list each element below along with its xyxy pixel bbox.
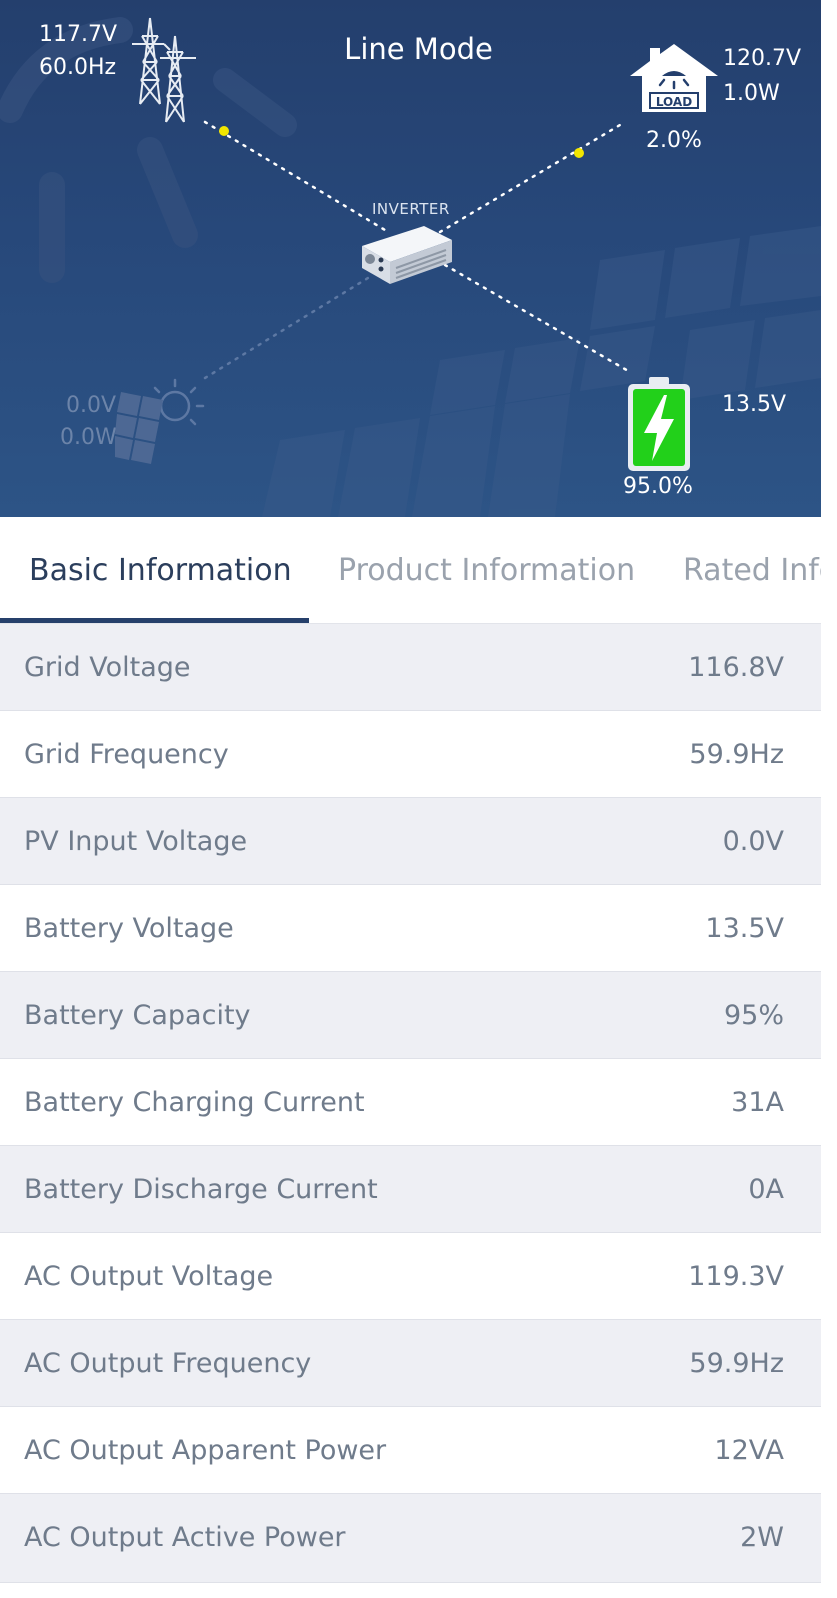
battery-icon: [628, 377, 690, 471]
load-percent: 2.0%: [646, 128, 702, 153]
list-item: AC Output Active Power 2W: [0, 1494, 821, 1583]
battery-capacity-label: Battery Capacity: [24, 1000, 251, 1031]
list-item: AC Output Frequency 59.9Hz: [0, 1320, 821, 1407]
list-item: Battery Voltage 13.5V: [0, 885, 821, 972]
ac-output-apparent-power-label: AC Output Apparent Power: [24, 1435, 387, 1466]
battery-percent: 95.0%: [623, 474, 693, 499]
grid-frequency-label: Grid Frequency: [24, 739, 229, 770]
basic-info-list: Grid Voltage 116.8V Grid Frequency 59.9H…: [0, 624, 821, 1583]
list-item: PV Input Voltage 0.0V: [0, 798, 821, 885]
energy-flow-diagram: Line Mode 117.7V 60.0Hz LOAD 120.7V 1.0W: [0, 0, 821, 517]
load-power: 1.0W: [723, 81, 780, 106]
battery-voltage: 13.5V: [722, 392, 787, 417]
load-voltage: 120.7V: [723, 46, 802, 71]
load-flow-dot: [574, 148, 584, 158]
ac-output-frequency-value: 59.9Hz: [689, 1348, 784, 1379]
pv-power: 0.0W: [60, 425, 117, 450]
inverter-monitor-page: Line Mode 117.7V 60.0Hz LOAD 120.7V 1.0W: [0, 0, 837, 1598]
power-tower-icon: [132, 17, 196, 123]
list-item: Battery Discharge Current 0A: [0, 1146, 821, 1233]
battery-capacity-value: 95%: [723, 1000, 784, 1031]
list-item: AC Output Apparent Power 12VA: [0, 1407, 821, 1494]
grid-flow-dot: [219, 126, 229, 136]
pv-input-voltage-value: 0.0V: [722, 826, 784, 857]
ac-output-apparent-power-value: 12VA: [714, 1435, 784, 1466]
active-tab-indicator: [0, 618, 309, 623]
grid-frequency-value: 59.9Hz: [689, 739, 784, 770]
tab-basic-information[interactable]: Basic Information: [29, 517, 292, 621]
grid-voltage-label: Grid Voltage: [24, 652, 191, 683]
grid-voltage-value: 116.8V: [688, 652, 784, 683]
list-item: Battery Capacity 95%: [0, 972, 821, 1059]
grid-voltage: 117.7V: [39, 22, 118, 47]
solar-panel-icon: [115, 378, 205, 464]
pv-input-voltage-label: PV Input Voltage: [24, 826, 248, 857]
battery-charging-current-value: 31A: [731, 1087, 784, 1118]
battery-discharge-current-label: Battery Discharge Current: [24, 1174, 378, 1205]
tab-product-information[interactable]: Product Information: [338, 517, 635, 621]
info-tab-bar: Basic Information Product Information Ra…: [0, 517, 821, 624]
load-icon-text: LOAD: [656, 95, 692, 109]
list-item: Grid Voltage 116.8V: [0, 624, 821, 711]
list-item: AC Output Voltage 119.3V: [0, 1233, 821, 1320]
inverter-label: INVERTER: [372, 200, 450, 218]
battery-voltage-value: 13.5V: [705, 913, 784, 944]
house-load-icon: LOAD: [630, 44, 718, 112]
ac-output-voltage-label: AC Output Voltage: [24, 1261, 274, 1292]
tab-rated-information[interactable]: Rated Infor: [683, 517, 821, 621]
battery-discharge-current-value: 0A: [748, 1174, 784, 1205]
battery-charging-current-label: Battery Charging Current: [24, 1087, 365, 1118]
inverter-icon: [362, 226, 452, 284]
list-item: Battery Charging Current 31A: [0, 1059, 821, 1146]
ac-output-frequency-label: AC Output Frequency: [24, 1348, 312, 1379]
grid-frequency: 60.0Hz: [39, 55, 117, 80]
ac-output-active-power-label: AC Output Active Power: [24, 1522, 346, 1553]
ac-output-active-power-value: 2W: [740, 1522, 784, 1553]
pv-voltage: 0.0V: [66, 393, 117, 418]
list-item: Grid Frequency 59.9Hz: [0, 711, 821, 798]
battery-voltage-label: Battery Voltage: [24, 913, 234, 944]
ac-output-voltage-value: 119.3V: [688, 1261, 784, 1292]
